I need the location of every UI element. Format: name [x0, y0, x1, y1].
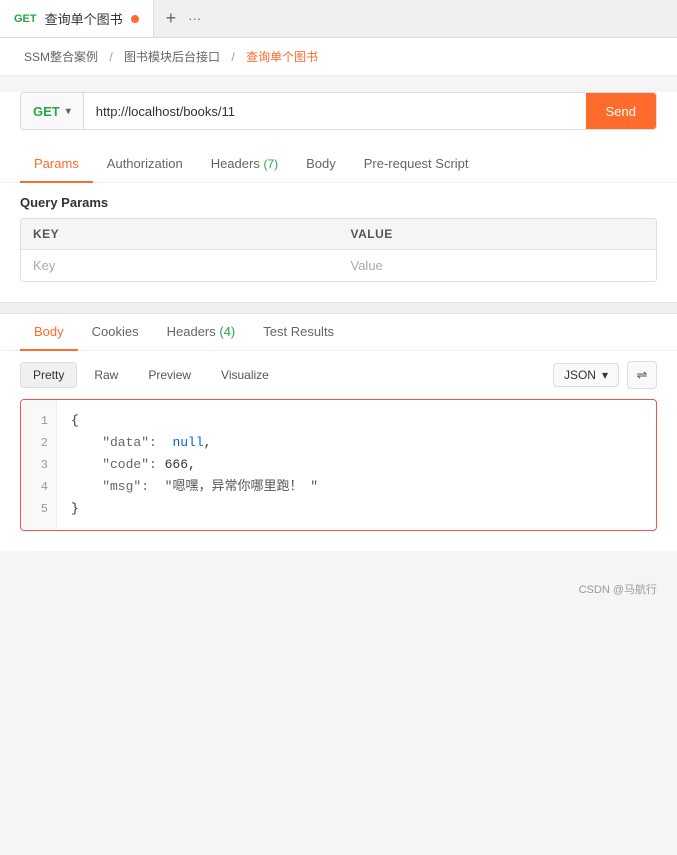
line-num-3: 3 [21, 454, 56, 476]
format-bar: Pretty Raw Preview Visualize JSON ▾ ⇌ [0, 351, 677, 399]
footer-text: CSDN @马航行 [579, 584, 657, 596]
wrap-button[interactable]: ⇌ [627, 361, 657, 389]
json-format-select[interactable]: JSON ▾ [553, 363, 619, 387]
tab-pre-request-script[interactable]: Pre-request Script [350, 146, 483, 183]
request-tabs: Params Authorization Headers (7) Body Pr… [0, 146, 677, 183]
main-content: GET ▾ Send Params Authorization Headers … [0, 92, 677, 551]
json-format-chevron: ▾ [602, 368, 608, 382]
fmt-pretty[interactable]: Pretty [20, 362, 77, 388]
tab-bar: GET 查询单个图书 + ··· [0, 0, 677, 38]
code-line-5: } [71, 498, 642, 520]
breadcrumb-current: 查询单个图书 [246, 50, 318, 64]
param-key-input[interactable]: Key [21, 250, 339, 281]
res-tab-test-results[interactable]: Test Results [249, 314, 348, 351]
line-num-1: 1 [21, 410, 56, 432]
breadcrumb-part-1[interactable]: SSM整合案例 [24, 50, 98, 64]
send-button[interactable]: Send [586, 93, 656, 129]
breadcrumb-part-2[interactable]: 图书模块后台接口 [124, 50, 220, 64]
fmt-preview[interactable]: Preview [135, 362, 204, 388]
params-row-1: Key Value [21, 250, 656, 281]
tab-authorization[interactable]: Authorization [93, 146, 197, 183]
breadcrumb-sep-2: / [231, 50, 238, 64]
line-numbers: 1 2 3 4 5 [21, 400, 57, 530]
tab-headers[interactable]: Headers (7) [197, 146, 292, 183]
wrap-icon: ⇌ [637, 367, 648, 383]
response-section: Body Cookies Headers (4) Test Results Pr… [0, 314, 677, 551]
res-tab-cookies[interactable]: Cookies [78, 314, 153, 351]
response-tabs: Body Cookies Headers (4) Test Results [0, 314, 677, 351]
fmt-raw[interactable]: Raw [81, 362, 131, 388]
section-divider [0, 302, 677, 314]
chevron-down-icon: ▾ [66, 106, 71, 117]
json-code: { "data": null, "code": 666, "msg": "嗯嘿，… [57, 400, 656, 530]
line-num-4: 4 [21, 476, 56, 498]
query-params-title: Query Params [0, 183, 677, 218]
line-num-5: 5 [21, 498, 56, 520]
method-select[interactable]: GET ▾ [21, 93, 84, 129]
breadcrumb: SSM整合案例 / 图书模块后台接口 / 查询单个图书 [0, 38, 677, 76]
tab-actions: + ··· [154, 8, 214, 29]
breadcrumb-sep-1: / [109, 50, 116, 64]
tab-method: GET [14, 13, 37, 25]
res-tab-body[interactable]: Body [20, 314, 78, 351]
code-line-3: "code": 666, [71, 454, 642, 476]
url-bar: GET ▾ Send [20, 92, 657, 130]
code-line-1: { [71, 410, 642, 432]
line-num-2: 2 [21, 432, 56, 454]
json-viewer: 1 2 3 4 5 { "data": null, "code": 666, "… [20, 399, 657, 531]
json-lines: 1 2 3 4 5 { "data": null, "code": 666, "… [21, 400, 656, 530]
code-line-4: "msg": "嗯嘿，异常你哪里跑！ " [71, 476, 642, 498]
param-value-input[interactable]: Value [339, 250, 657, 281]
method-label: GET [33, 104, 60, 119]
active-tab[interactable]: GET 查询单个图书 [0, 0, 154, 37]
url-input[interactable] [84, 104, 586, 119]
new-tab-icon[interactable]: + [166, 8, 177, 29]
footer: CSDN @马航行 [0, 571, 677, 607]
col-value-header: VALUE [339, 219, 657, 249]
tab-dot [131, 15, 139, 23]
tab-params[interactable]: Params [20, 146, 93, 183]
tab-title: 查询单个图书 [45, 9, 123, 28]
res-tab-headers[interactable]: Headers (4) [153, 314, 250, 351]
code-line-2: "data": null, [71, 432, 642, 454]
params-header: KEY VALUE [21, 219, 656, 250]
col-key-header: KEY [21, 219, 339, 249]
params-table: KEY VALUE Key Value [20, 218, 657, 282]
json-format-label: JSON [564, 368, 596, 382]
tab-body[interactable]: Body [292, 146, 350, 183]
more-tabs-icon[interactable]: ··· [188, 11, 201, 26]
fmt-visualize[interactable]: Visualize [208, 362, 282, 388]
format-right-controls: JSON ▾ ⇌ [553, 361, 657, 389]
